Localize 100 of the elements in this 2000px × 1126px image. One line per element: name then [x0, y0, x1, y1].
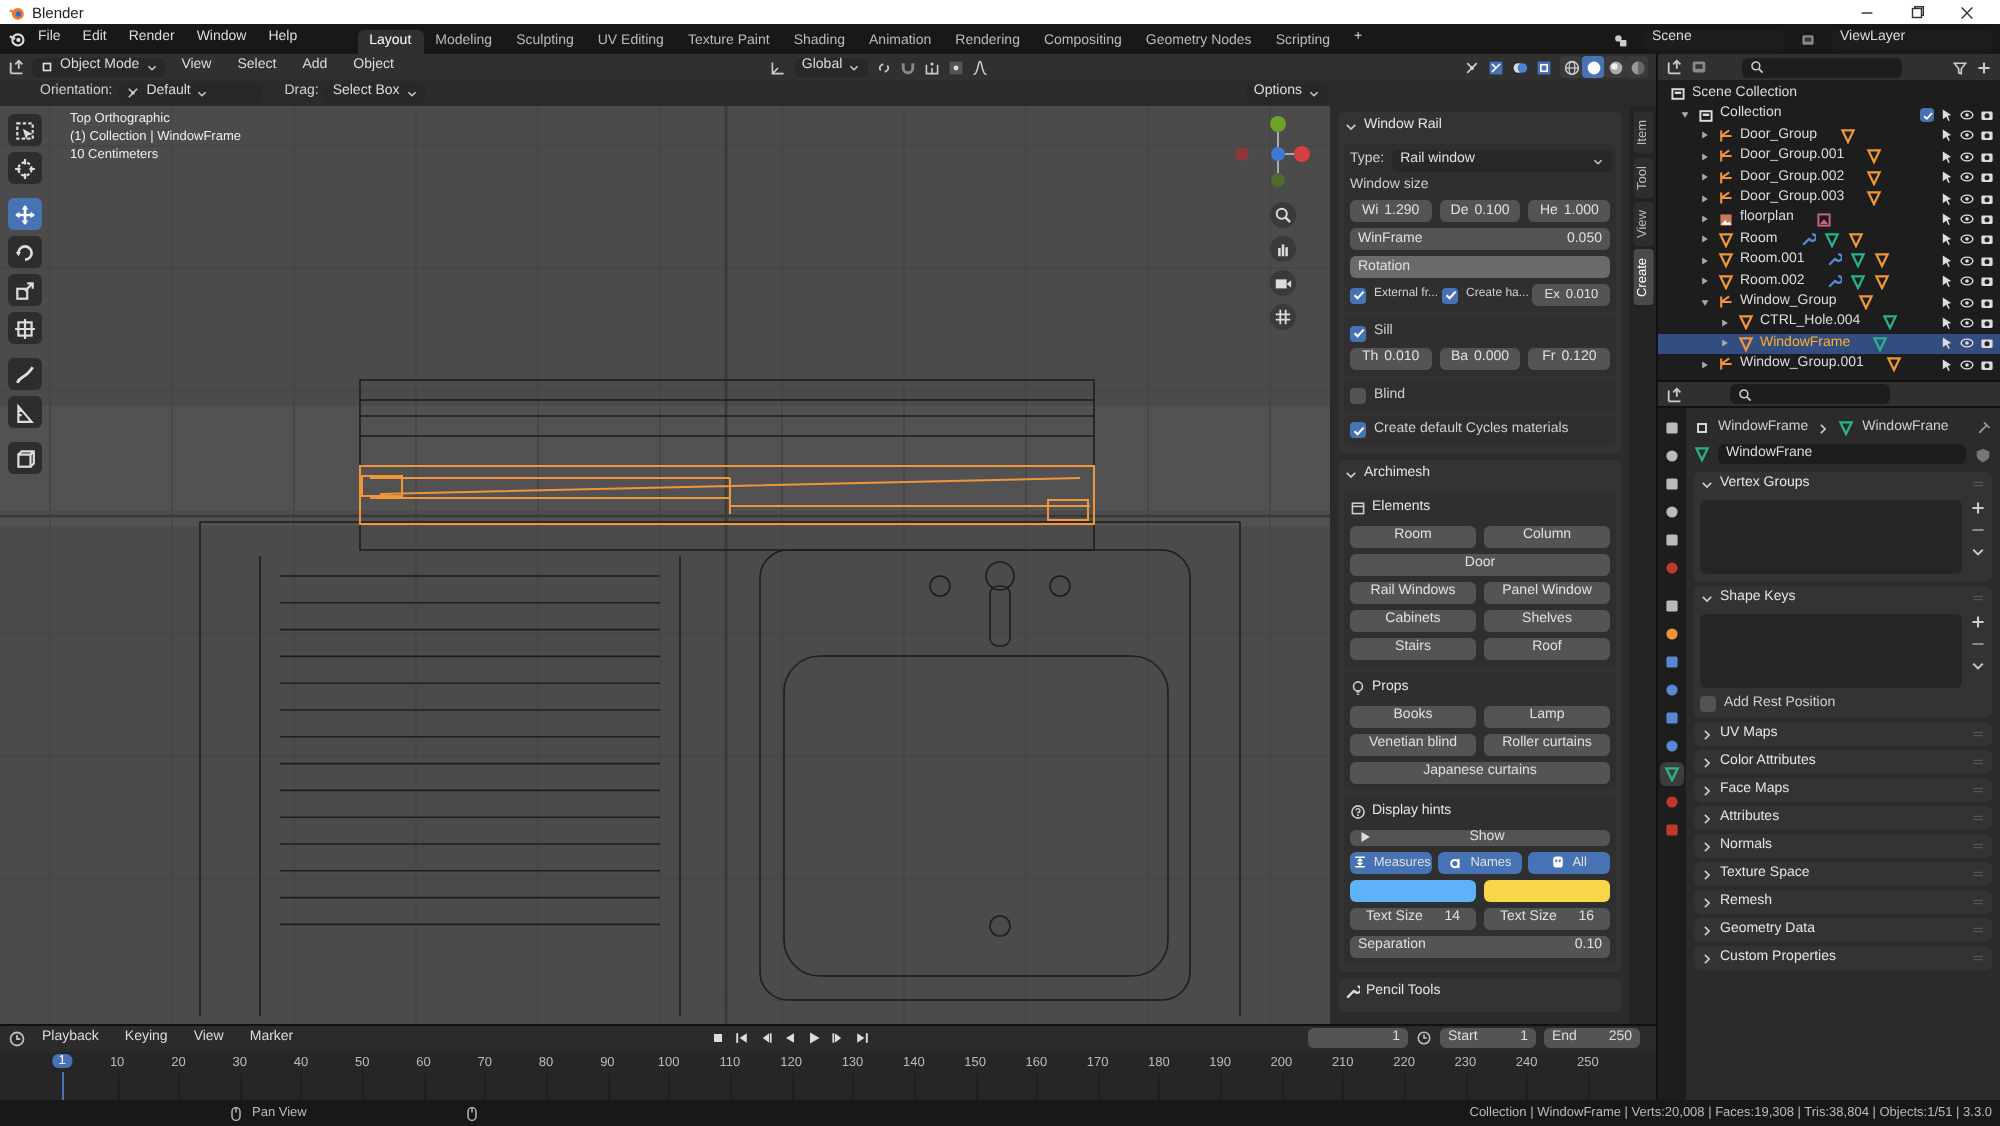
expand-arrow-icon[interactable]	[1698, 295, 1712, 310]
menu-icon[interactable]	[1970, 658, 1986, 674]
camera-icon[interactable]	[1980, 108, 1994, 123]
navigation-gizmo-drawing[interactable]	[1235, 116, 1310, 187]
falloff-icon[interactable]	[972, 59, 989, 75]
camera-icon[interactable]	[1980, 128, 1994, 143]
chevron-icon[interactable]	[1700, 727, 1714, 742]
mesh-data-icon[interactable]	[1694, 446, 1710, 462]
search-field[interactable]	[1730, 384, 1890, 404]
expand-arrow-icon[interactable]	[1718, 336, 1732, 351]
camera-icon[interactable]	[1980, 212, 1994, 227]
filter-icon[interactable]	[1952, 59, 1968, 75]
editor-type-icon[interactable]	[8, 1029, 26, 1048]
chevron-icon[interactable]	[1700, 839, 1714, 854]
filter-mode-icon[interactable]	[1690, 58, 1708, 76]
checkbox[interactable]	[1350, 387, 1366, 404]
camera-icon[interactable]	[1980, 149, 1994, 164]
camera-icon[interactable]	[1980, 336, 1994, 351]
transform-tool-button[interactable]	[8, 312, 42, 344]
expand-arrow-icon[interactable]	[1698, 191, 1712, 206]
xray-icon[interactable]	[1536, 59, 1552, 75]
eye-icon[interactable]	[1960, 128, 1974, 143]
menu-icon[interactable]	[1970, 544, 1986, 560]
fake-user-icon[interactable]	[1974, 445, 1992, 463]
camera-icon[interactable]	[1980, 170, 1994, 185]
chevron-icon[interactable]	[1700, 591, 1714, 605]
eye-icon[interactable]	[1960, 315, 1974, 330]
play-icon[interactable]	[805, 1030, 822, 1047]
chevron-icon[interactable]	[1700, 895, 1714, 910]
grid-icon[interactable]	[1273, 308, 1291, 326]
chevron-icon[interactable]	[1700, 923, 1714, 938]
camera-icon[interactable]	[1980, 274, 1994, 289]
editor-type-icon[interactable]	[1666, 385, 1684, 403]
expand-arrow-icon[interactable]	[1698, 253, 1712, 268]
search-field[interactable]	[1742, 57, 1902, 77]
output-properties-tab[interactable]	[1660, 472, 1684, 496]
data-properties-tab[interactable]	[1660, 762, 1684, 786]
chevron-icon[interactable]	[1344, 467, 1358, 482]
eye-icon[interactable]	[1960, 232, 1974, 247]
move-tool-button[interactable]	[8, 198, 42, 230]
measure-tool-button[interactable]	[8, 396, 42, 428]
eye-icon[interactable]	[1960, 336, 1974, 351]
camera-icon[interactable]	[1980, 315, 1994, 330]
drag-handle-icon[interactable]	[1970, 476, 1986, 492]
expand-arrow-icon[interactable]	[1698, 170, 1712, 185]
expand-arrow-icon[interactable]	[1718, 315, 1732, 330]
display-mode-icon[interactable]	[1666, 58, 1684, 76]
snap-target-icon[interactable]	[924, 59, 941, 75]
checkbox[interactable]	[1700, 696, 1716, 713]
new-collection-icon[interactable]	[1976, 59, 1992, 75]
eye-icon[interactable]	[1960, 149, 1974, 164]
expand-arrow-icon[interactable]	[1698, 232, 1712, 247]
eye-icon[interactable]	[1960, 191, 1974, 206]
cursor-tool-button[interactable]	[8, 152, 42, 184]
eye-icon[interactable]	[1960, 274, 1974, 289]
chevron-icon[interactable]	[1700, 783, 1714, 798]
rotate-tool-button[interactable]	[8, 236, 42, 268]
collection-properties-tab[interactable]	[1660, 594, 1684, 618]
select-tool-button[interactable]	[8, 114, 42, 146]
rendered-shading-button[interactable]	[1626, 56, 1648, 78]
annotate-tool-button[interactable]	[8, 358, 42, 390]
editor-type-icon[interactable]	[8, 58, 26, 76]
expand-arrow-icon[interactable]	[1698, 357, 1712, 372]
jump-keyframe-icon[interactable]	[757, 1030, 774, 1047]
scale-tool-button[interactable]	[8, 274, 42, 306]
material-shading-button[interactable]	[1604, 56, 1626, 78]
visibility-icon[interactable]	[1488, 59, 1504, 75]
expand-arrow-icon[interactable]	[1698, 274, 1712, 289]
camera-icon[interactable]	[1980, 191, 1994, 206]
expand-arrow-icon[interactable]	[1698, 212, 1712, 227]
chevron-icon[interactable]	[1700, 477, 1714, 491]
jump-end-icon[interactable]	[853, 1030, 870, 1047]
camera-icon[interactable]	[1980, 232, 1994, 247]
eye-icon[interactable]	[1960, 253, 1974, 268]
chevron-icon[interactable]	[1700, 951, 1714, 966]
wireframe-shading-button[interactable]	[1560, 56, 1582, 78]
jump-start-icon[interactable]	[733, 1030, 750, 1047]
play-reverse-icon[interactable]	[781, 1030, 798, 1047]
blender-menu-icon[interactable]	[8, 30, 26, 48]
pan-icon[interactable]	[1273, 240, 1291, 258]
chevron-icon[interactable]	[1700, 867, 1714, 882]
pin-icon[interactable]	[1976, 420, 1992, 436]
checkbox[interactable]	[1442, 287, 1459, 304]
expand-arrow-icon[interactable]	[1698, 149, 1712, 164]
add-icon[interactable]	[1970, 614, 1986, 630]
modifier-properties-tab[interactable]	[1660, 650, 1684, 674]
expand-arrow-icon[interactable]	[1678, 108, 1692, 123]
add-cube-tool-button[interactable]	[8, 442, 42, 474]
zoom-icon[interactable]	[1273, 206, 1291, 224]
camera-icon[interactable]	[1980, 295, 1994, 310]
maximize-icon[interactable]	[1908, 3, 1926, 21]
checkbox[interactable]	[1920, 108, 1934, 123]
camera-icon[interactable]	[1980, 253, 1994, 268]
color-swatch[interactable]	[1484, 879, 1610, 902]
chevron-icon[interactable]	[1700, 811, 1714, 826]
pivot-icon[interactable]	[876, 59, 893, 75]
physics-properties-tab[interactable]	[1660, 706, 1684, 730]
solid-shading-button[interactable]	[1582, 56, 1604, 78]
tool-properties-tab[interactable]	[1660, 416, 1684, 440]
camera-view-icon[interactable]	[1273, 274, 1291, 292]
